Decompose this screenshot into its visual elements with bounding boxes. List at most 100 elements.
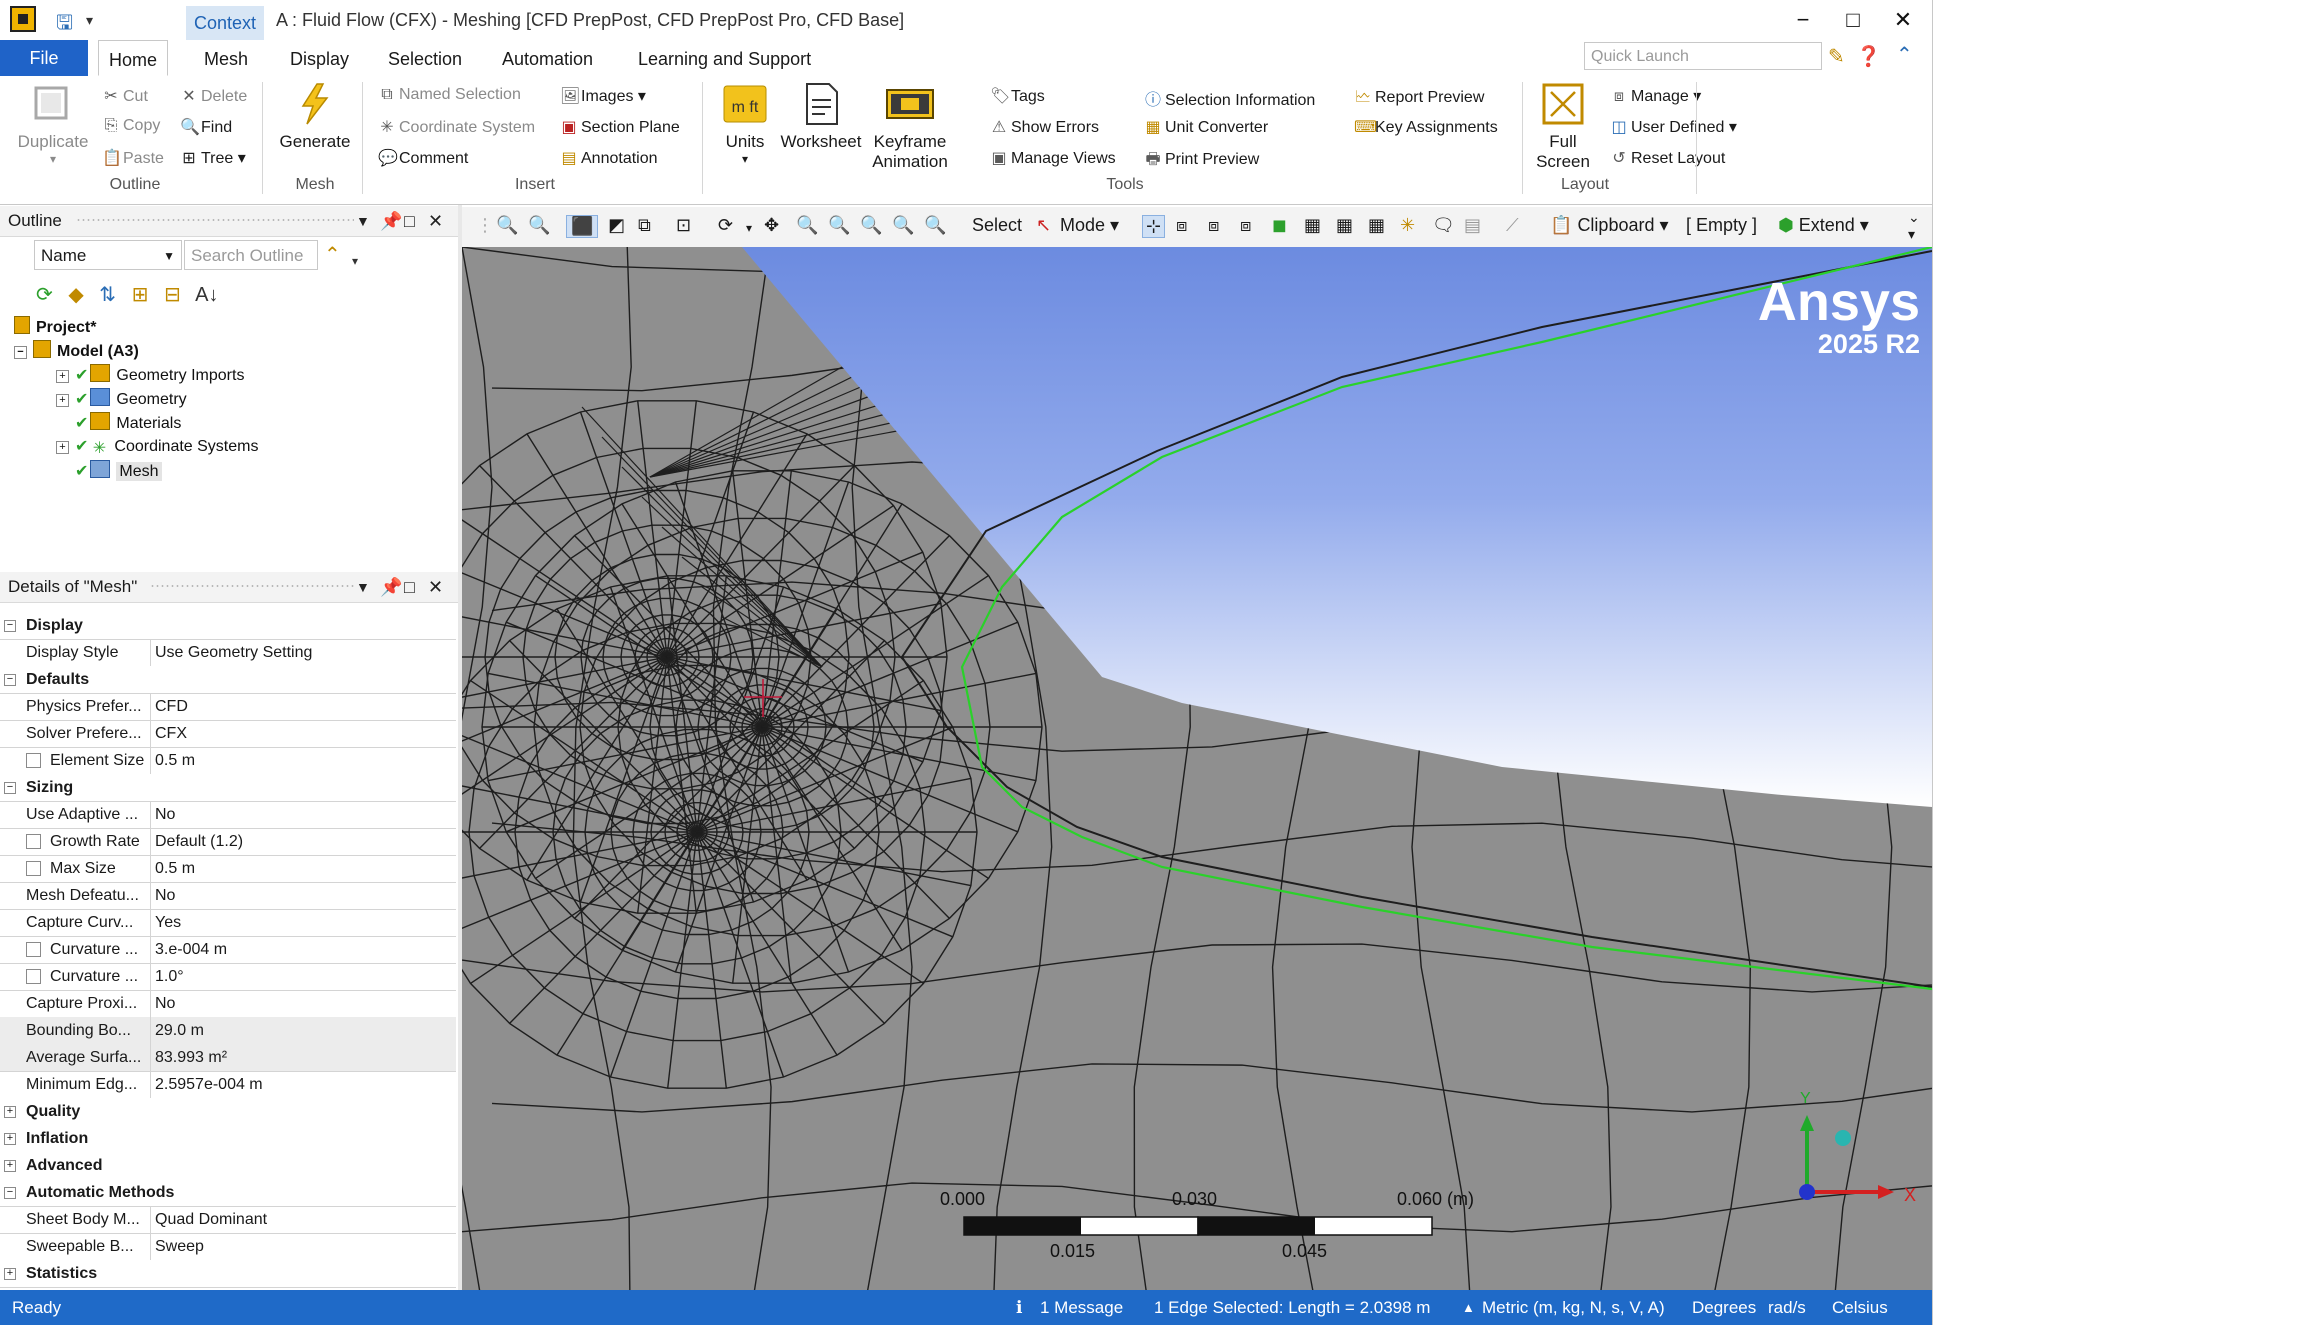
save-icon[interactable]: 🖫 (56, 8, 73, 42)
select-body-icon[interactable]: ⧈ (1240, 215, 1251, 236)
cut-button[interactable]: ✂ Cut (102, 86, 148, 106)
select-element-icon[interactable]: ▦ (1336, 215, 1353, 236)
tree-item-geometry-imports[interactable]: + ✔ Geometry Imports (56, 364, 244, 385)
select-edge-icon[interactable]: ⧈ (1176, 215, 1187, 236)
detail-row-sweepable-body-method[interactable]: Sweepable B... Sweep (0, 1233, 456, 1261)
search-options-icon[interactable]: ▾ (352, 254, 358, 268)
detail-row-solver-preference[interactable]: Solver Prefere... CFX (0, 720, 456, 748)
select-points-icon[interactable]: ✳ (1400, 215, 1415, 236)
status-temperature[interactable]: Celsius (1832, 1290, 1888, 1325)
fit-icon[interactable]: ⊡ (676, 215, 691, 236)
copy-button[interactable]: ⎘ Copy (102, 117, 161, 135)
parameter-checkbox[interactable] (26, 969, 41, 984)
paste-button[interactable]: 📋Paste (102, 148, 164, 168)
tree-item-project[interactable]: Project* (14, 316, 96, 337)
pin-icon[interactable]: 📌 (380, 206, 402, 236)
extend-button[interactable]: ⬢ Extend ▾ (1778, 215, 1869, 236)
parameter-checkbox[interactable] (26, 834, 41, 849)
category-advanced[interactable]: + Advanced (0, 1152, 456, 1180)
help-icon[interactable]: ❓ (1856, 44, 1881, 69)
detail-row-capture-proximity[interactable]: Capture Proxi... No (0, 990, 456, 1018)
rotate-icon[interactable]: ⟳ (718, 215, 733, 236)
category-automatic-methods[interactable]: − Automatic Methods (0, 1179, 456, 1207)
delete-button[interactable]: ✕ Delete (180, 86, 247, 106)
ansys-app-icon[interactable] (10, 6, 36, 32)
comment-button[interactable]: 💬Comment (378, 148, 468, 168)
show-errors-button[interactable]: ⚠ Show Errors (990, 117, 1099, 137)
ruler-icon[interactable]: ⟋ (1506, 215, 1519, 236)
units-button[interactable]: m ft Units ▾ (712, 82, 778, 166)
detail-row-minimum-edge-length[interactable]: Minimum Edg... 2.5957e-004 m (0, 1071, 456, 1099)
tree-button[interactable]: ⊞ Tree ▾ (180, 148, 246, 168)
alphabetical-sort-icon[interactable]: A↓ (195, 284, 218, 306)
zoom-icon[interactable]: 🔍 (796, 215, 818, 236)
panel-menu-icon[interactable]: ▼ (356, 572, 370, 602)
minimize-button[interactable]: − (1786, 4, 1820, 36)
key-assignments-button[interactable]: ⌨Key Assignments (1354, 117, 1498, 137)
close-panel-icon[interactable]: ✕ (428, 572, 443, 602)
category-display[interactable]: − Display (0, 612, 456, 640)
detail-row-capture-curvature[interactable]: Capture Curv... Yes (0, 909, 456, 937)
select-node-icon[interactable]: ◼ (1272, 215, 1287, 236)
clipboard-button[interactable]: 📋 Clipboard ▾ (1550, 215, 1669, 236)
units-up-icon[interactable]: ▲ (1462, 1290, 1475, 1325)
generate-button[interactable]: Generate (270, 82, 360, 152)
detail-row-display-style[interactable]: Display Style Use Geometry Setting (0, 639, 456, 667)
user-defined-layout-button[interactable]: ◫ User Defined ▾ (1610, 117, 1736, 137)
find-button[interactable]: 🔍Find (180, 117, 232, 137)
expand-all-icon[interactable]: ⊞ (132, 284, 149, 306)
close-button[interactable]: ✕ (1886, 4, 1920, 36)
box-zoom-icon[interactable]: 🔍 (828, 215, 850, 236)
mode-button[interactable]: Mode ▾ (1060, 215, 1119, 236)
detail-row-growth-rate[interactable]: Growth Rate Default (1.2) (0, 828, 456, 856)
magnifier-icon[interactable]: 🔍 (892, 215, 914, 236)
keyframe-animation-button[interactable]: Keyframe Animation (864, 82, 956, 172)
category-inflation[interactable]: + Inflation (0, 1125, 456, 1153)
detail-row-use-adaptive[interactable]: Use Adaptive ... No (0, 801, 456, 829)
toolbar-overflow-icon[interactable]: ⌄ ▾ (1908, 209, 1920, 243)
reset-layout-button[interactable]: ↺ Reset Layout (1610, 148, 1725, 168)
tab-file[interactable]: File (0, 40, 88, 76)
detail-row-bounding-box[interactable]: Bounding Bo... 29.0 m (0, 1017, 456, 1045)
pin-icon[interactable]: 📌 (380, 572, 402, 602)
graphics-viewport[interactable]: X Y Ansys 2025 R2 0.000 0.030 0.060 (m) … (462, 247, 1932, 1290)
tree-item-mesh[interactable]: ✔ Mesh (75, 460, 162, 481)
search-up-icon[interactable]: ⌃ (324, 242, 341, 267)
detail-row-physics-preference[interactable]: Physics Prefer... CFD (0, 693, 456, 721)
manage-views-button[interactable]: ▣ Manage Views (990, 148, 1115, 168)
status-degrees[interactable]: Degrees (1692, 1290, 1756, 1325)
context-tab[interactable]: Context (186, 6, 265, 40)
status-message-icon[interactable]: ℹ (1016, 1290, 1022, 1325)
status-message[interactable]: 1 Message (1040, 1290, 1123, 1325)
tree-item-model[interactable]: − Model (A3) (14, 340, 139, 361)
label-icon[interactable]: 🗨 (1432, 215, 1455, 236)
panel-grip[interactable] (76, 218, 354, 222)
mesh-canvas[interactable]: X Y (462, 247, 1932, 1290)
maximize-panel-icon[interactable]: □ (404, 572, 415, 602)
panel-menu-icon[interactable]: ▼ (356, 206, 370, 236)
pan-icon[interactable]: ✥ (764, 215, 779, 236)
box-view-icon[interactable]: ⬛ (566, 215, 599, 238)
shaded-view-icon[interactable]: ◩ (608, 215, 625, 236)
detail-row-mesh-defeaturing[interactable]: Mesh Defeatu... No (0, 882, 456, 910)
refresh-icon[interactable]: ⟳ (36, 284, 53, 306)
tab-mesh[interactable]: Mesh (194, 40, 258, 76)
tree-item-materials[interactable]: ✔ Materials (75, 412, 181, 433)
quick-launch-input[interactable]: Quick Launch (1584, 42, 1822, 70)
duplicate-button[interactable]: Duplicate ▾ (14, 82, 92, 166)
toolbar-grip-icon[interactable]: ⋮ (476, 215, 494, 236)
named-selection-button[interactable]: ⧉ Named Selection (378, 86, 521, 104)
select-element-face-icon[interactable]: ▦ (1304, 215, 1321, 236)
collapse-all-icon[interactable]: ⊟ (164, 284, 181, 306)
detail-row-sheet-body-method[interactable]: Sheet Body M... Quad Dominant (0, 1206, 456, 1234)
select-button[interactable]: Select (972, 215, 1022, 236)
section-plane-button[interactable]: ▣ Section Plane (560, 117, 679, 137)
select-face-icon[interactable]: ⧈ (1208, 215, 1219, 236)
full-screen-button[interactable]: Full Screen (1528, 82, 1598, 172)
parameter-checkbox[interactable] (26, 753, 41, 768)
tag-icon[interactable]: ◆ (68, 284, 83, 306)
manage-layout-button[interactable]: ⧈ Manage ▾ (1610, 86, 1701, 106)
panel-grip[interactable] (150, 584, 354, 588)
quick-access-dropdown-icon[interactable]: ▾ (86, 12, 93, 29)
select-vertex-icon[interactable]: ⊹ (1142, 215, 1166, 238)
